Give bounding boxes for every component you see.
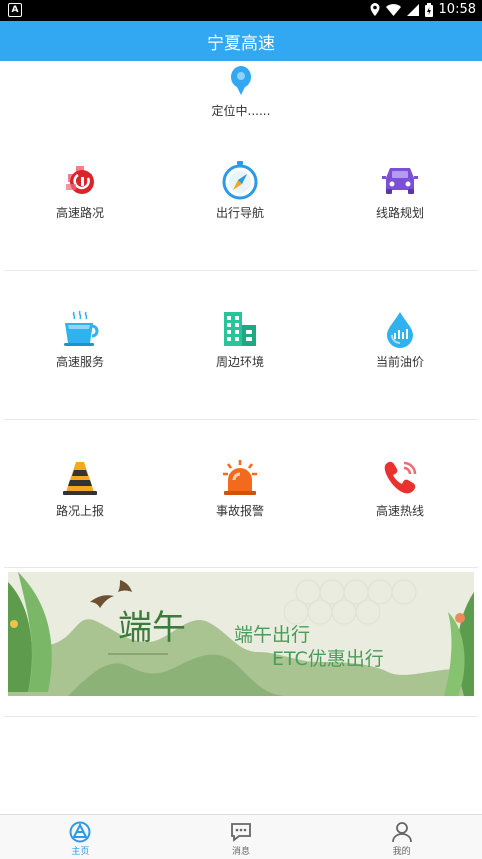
home-icon xyxy=(69,821,91,843)
grid-item-label: 高速热线 xyxy=(375,504,424,518)
car-icon xyxy=(382,168,418,194)
compass-icon xyxy=(222,161,258,200)
grid-item-surroundings[interactable]: 周边环境 xyxy=(160,271,320,419)
grid-item-label: 出行导航 xyxy=(215,206,264,220)
tab-messages[interactable]: 消息 xyxy=(161,815,322,859)
grid-item-label: 高速服务 xyxy=(55,355,104,369)
grid-divider xyxy=(4,567,478,568)
banner-line-1: 端午出行 xyxy=(234,624,311,646)
oil-drop-icon xyxy=(387,312,413,348)
bottom-tab-bar: 主页 消息 我的 xyxy=(0,814,482,859)
promo-banner[interactable]: 端午 端午出行 ETC优惠出行 xyxy=(8,572,474,696)
grid-item-label: 线路规划 xyxy=(375,206,424,220)
tab-label: 我的 xyxy=(392,847,411,857)
alarm-light-icon xyxy=(223,460,257,495)
grid-item-road-report[interactable]: 路况上报 xyxy=(0,420,160,568)
location-indicator[interactable]: 定位中...... xyxy=(0,66,482,122)
location-status: 定位中...... xyxy=(211,104,271,118)
cup-icon xyxy=(64,310,99,346)
banner-divider xyxy=(4,716,478,717)
wifi-icon xyxy=(385,3,401,16)
function-grid-row-2: 高速服务 周边环境 当前油价 xyxy=(0,271,482,419)
banner-line-2: ETC优惠出行 xyxy=(272,648,384,670)
grid-item-label: 周边环境 xyxy=(215,355,264,369)
message-icon xyxy=(231,823,251,842)
grid-item-hotline[interactable]: 高速热线 xyxy=(320,420,480,568)
buildings-icon xyxy=(224,312,256,346)
grid-item-label: 路况上报 xyxy=(55,504,104,518)
tab-label: 消息 xyxy=(232,847,251,857)
grid-item-route-planning[interactable]: 线路规划 xyxy=(320,122,480,270)
grid-item-label: 事故报警 xyxy=(215,504,264,518)
function-grid-row-3: 路况上报 事故报警 高速热线 xyxy=(0,420,482,568)
grid-item-service[interactable]: 高速服务 xyxy=(0,271,160,419)
traffic-cone-icon xyxy=(63,462,97,495)
road-condition-icon xyxy=(66,166,94,194)
grid-item-navigation[interactable]: 出行导航 xyxy=(160,122,320,270)
page-title: 宁夏高速 xyxy=(207,33,275,54)
grid-item-road-condition[interactable]: 高速路况 xyxy=(0,122,160,270)
tab-profile[interactable]: 我的 xyxy=(321,815,482,859)
profile-icon xyxy=(391,822,412,843)
grid-item-accident-alarm[interactable]: 事故报警 xyxy=(160,420,320,568)
signal-icon xyxy=(406,3,419,16)
location-status-icon xyxy=(370,3,380,16)
grid-item-label: 当前油价 xyxy=(375,355,424,369)
phone-icon xyxy=(384,461,417,494)
app-header: 宁夏高速 xyxy=(0,21,482,61)
notification-icon: A xyxy=(8,3,22,17)
status-time: 10:58 xyxy=(438,2,476,17)
grid-item-oil-price[interactable]: 当前油价 xyxy=(320,271,480,419)
banner-title: 端午 xyxy=(118,608,186,648)
tab-label: 主页 xyxy=(71,847,90,857)
status-bar: A 10:58 xyxy=(0,0,482,21)
grid-item-label: 高速路况 xyxy=(55,206,104,220)
battery-icon xyxy=(424,2,433,17)
function-grid-row-1: 高速路况 出行导航 线路规划 xyxy=(0,122,482,270)
tab-home[interactable]: 主页 xyxy=(0,815,161,859)
location-pin-icon xyxy=(231,66,251,95)
